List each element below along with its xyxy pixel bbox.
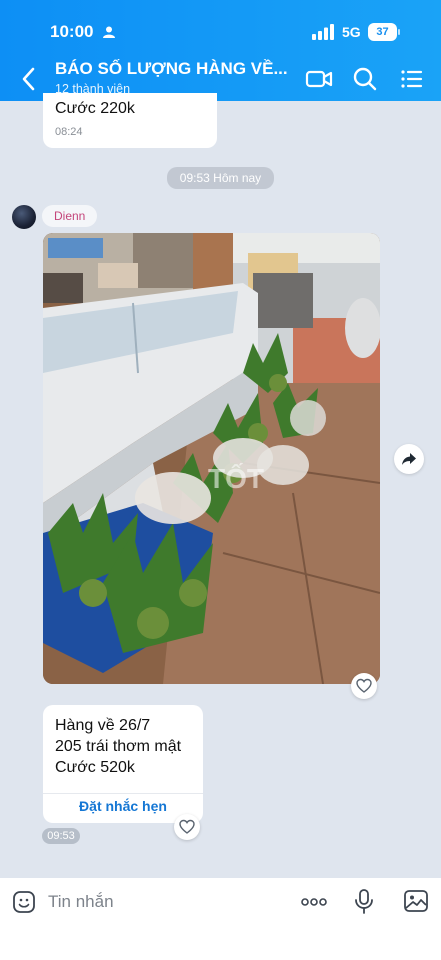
battery-level: 37 xyxy=(368,23,397,41)
status-bar: 10:00 5G 37 xyxy=(0,0,441,52)
text-message-bubble[interactable]: Hàng về 26/7 205 trái thơm mật Cước 520k… xyxy=(43,705,203,823)
message-line: 205 trái thơm mật xyxy=(55,738,182,755)
status-time: 10:00 xyxy=(50,22,94,41)
message-line: Hàng về 26/7 xyxy=(55,717,151,734)
date-separator: 09:53 Hôm nay xyxy=(167,167,274,189)
menu-icon[interactable] xyxy=(397,64,427,94)
video-call-icon[interactable] xyxy=(304,64,334,94)
photo-watermark: TỐT xyxy=(208,462,264,494)
message-line: Cước 520k xyxy=(55,759,135,776)
heart-icon xyxy=(179,819,195,834)
image-icon[interactable] xyxy=(403,889,429,913)
sender-name[interactable]: Dienn xyxy=(42,205,98,227)
person-icon xyxy=(103,26,115,38)
react-button[interactable] xyxy=(351,673,377,699)
emoji-icon[interactable] xyxy=(12,890,36,914)
battery-tip xyxy=(398,29,400,35)
message-input-bar: Tin nhắn xyxy=(0,878,441,960)
message-text: Cước 220k xyxy=(55,100,135,117)
set-reminder-link[interactable]: Đặt nhắc hẹn xyxy=(43,798,203,814)
network-type: 5G xyxy=(342,24,361,40)
group-title[interactable]: BÁO SỐ LƯỢNG HÀNG VỀ... xyxy=(55,59,295,79)
previous-message-bubble[interactable]: Cước 220k 08:24 xyxy=(43,93,217,148)
message-time: 08:24 xyxy=(55,126,83,138)
more-icon[interactable] xyxy=(299,892,329,912)
share-icon xyxy=(402,453,416,465)
divider xyxy=(43,793,203,794)
search-icon[interactable] xyxy=(350,64,380,94)
mic-icon[interactable] xyxy=(352,888,376,914)
photo-image: TỐT xyxy=(43,233,380,684)
avatar[interactable] xyxy=(12,205,36,229)
react-button[interactable] xyxy=(174,814,200,840)
message-input[interactable]: Tin nhắn xyxy=(48,892,114,912)
photo-message[interactable]: TỐT xyxy=(43,233,380,684)
signal-icon xyxy=(312,24,334,40)
battery-indicator: 37 xyxy=(368,23,400,41)
message-time: 09:53 xyxy=(42,828,80,844)
back-icon[interactable] xyxy=(18,64,40,94)
heart-icon xyxy=(356,678,372,693)
chat-header: 10:00 5G 37 BÁO SỐ LƯỢNG HÀNG VỀ... 12 t… xyxy=(0,0,441,101)
share-button[interactable] xyxy=(394,444,424,474)
